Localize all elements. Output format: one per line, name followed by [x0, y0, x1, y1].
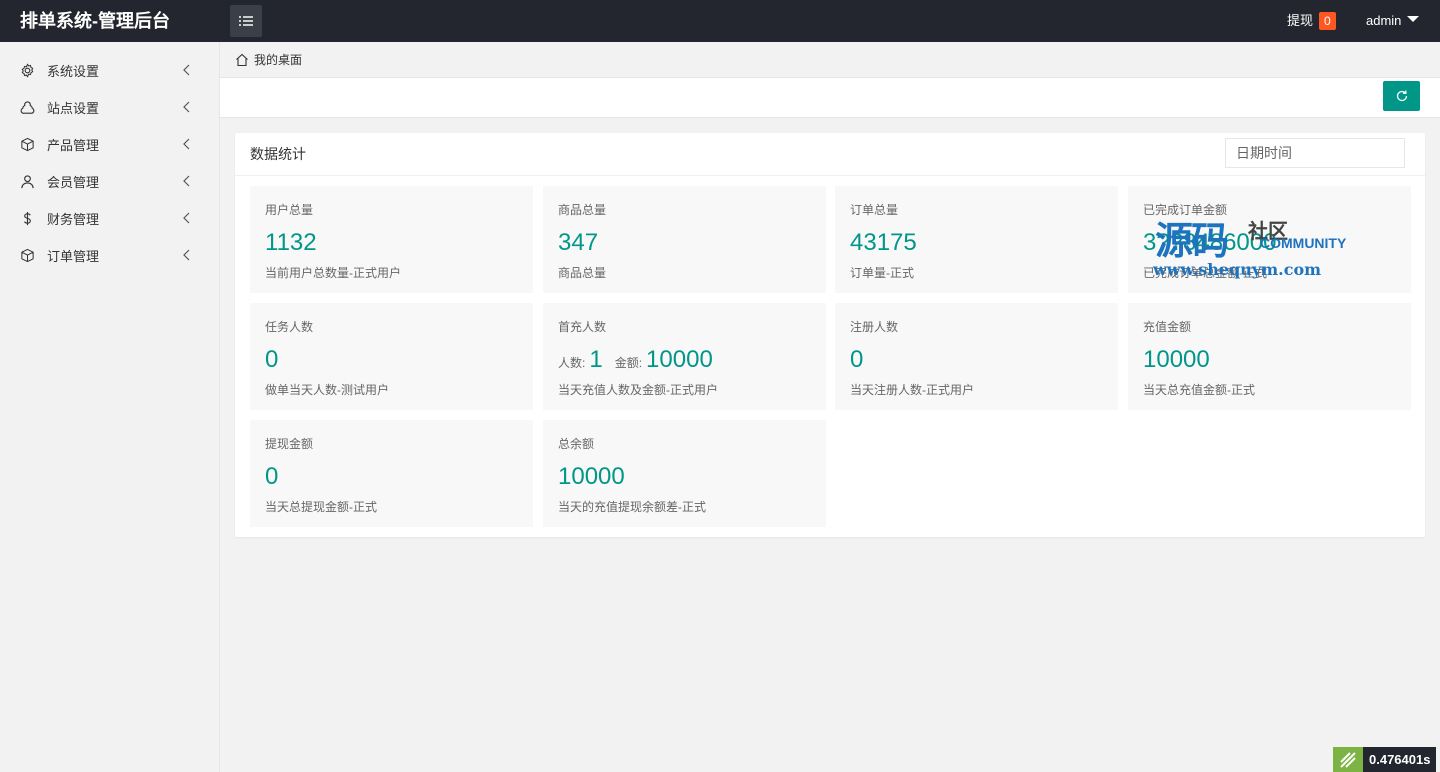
sidebar: 系统设置 站点设置 产品管理 会员管理 财务管理 订单管理	[0, 42, 220, 772]
stat-value: 347	[558, 229, 599, 256]
site-icon	[19, 100, 35, 116]
stat-total-products: 商品总量 347 商品总量	[543, 186, 826, 293]
stat-value: 人数: 1 金额: 10000	[558, 345, 721, 378]
user-icon	[19, 174, 35, 190]
menu-toggle-button[interactable]	[230, 5, 262, 37]
sidebar-item-label: 订单管理	[47, 249, 100, 264]
stat-task-users: 任务人数 0 做单当天人数-测试用户	[250, 303, 533, 410]
chevron-left-icon	[183, 249, 190, 261]
stat-total-balance: 总余额 10000 当天的充值提现余额差-正式	[543, 420, 826, 527]
user-menu[interactable]: admin	[1366, 0, 1420, 42]
withdraw-label: 提现	[1287, 13, 1314, 28]
card-header: 数据统计	[235, 133, 1425, 176]
sidebar-item-product-management[interactable]: 产品管理	[0, 126, 219, 163]
stat-title: 已完成订单金额	[1143, 203, 1228, 217]
chevron-left-icon	[183, 64, 190, 76]
withdraw-count-badge: 0	[1319, 12, 1336, 30]
stat-value: 10000	[1143, 346, 1210, 373]
stat-value: 43175	[850, 229, 917, 256]
sidebar-item-label: 产品管理	[47, 138, 100, 153]
stat-title: 首充人数	[558, 320, 607, 334]
stat-title: 注册人数	[850, 320, 899, 334]
list-icon	[239, 16, 253, 26]
app-title: 排单系统-管理后台	[20, 11, 170, 31]
chevron-left-icon	[183, 101, 190, 113]
stat-title: 提现金额	[265, 437, 314, 451]
sidebar-item-finance-management[interactable]: 财务管理	[0, 200, 219, 237]
stat-title: 充值金额	[1143, 320, 1192, 334]
stat-value: 0	[265, 463, 279, 490]
stat-title: 任务人数	[265, 320, 314, 334]
stat-withdraw-amount: 提现金额 0 当天总提现金额-正式	[250, 420, 533, 527]
stat-total-orders: 订单总量 43175 订单量-正式	[835, 186, 1118, 293]
chevron-left-icon	[183, 175, 190, 187]
sidebar-item-member-management[interactable]: 会员管理	[0, 163, 219, 200]
stat-value: 0	[850, 346, 864, 373]
stat-title: 商品总量	[558, 203, 607, 217]
stat-first-recharge: 首充人数 人数: 1 金额: 10000 当天充值人数及金额-正式用户	[543, 303, 826, 410]
stat-value: 10000	[558, 463, 625, 490]
withdraw-link[interactable]: 提现 0	[1287, 0, 1336, 42]
sidebar-item-site-settings[interactable]: 站点设置	[0, 89, 219, 126]
chevron-left-icon	[183, 212, 190, 224]
sidebar-item-label: 站点设置	[47, 101, 100, 116]
sidebar-item-label: 会员管理	[47, 175, 100, 190]
top-header: 排单系统-管理后台 提现 0 admin	[0, 0, 1440, 42]
stat-value: 1132	[265, 229, 317, 256]
people-value: 1	[589, 346, 603, 373]
stat-title: 订单总量	[850, 203, 899, 217]
trace-icon	[1333, 747, 1363, 772]
stat-desc: 当天注册人数-正式用户	[850, 383, 974, 397]
chevron-left-icon	[183, 138, 190, 150]
amount-label: 金额:	[614, 356, 643, 370]
stat-registrations: 注册人数 0 当天注册人数-正式用户	[835, 303, 1118, 410]
stat-desc: 当天的充值提现余额差-正式	[558, 500, 706, 514]
stat-desc: 当天充值人数及金额-正式用户	[558, 383, 718, 397]
refresh-button[interactable]	[1383, 81, 1420, 111]
stat-desc: 商品总量	[558, 266, 607, 280]
box-icon	[19, 248, 35, 264]
refresh-icon	[1396, 90, 1407, 102]
stat-completed-order-amount: 已完成订单金额 3??8486000 已完成订单总金额-正式	[1128, 186, 1411, 293]
sidebar-item-label: 系统设置	[47, 64, 100, 79]
caret-down-icon	[1407, 16, 1420, 22]
box-icon	[19, 137, 35, 153]
home-icon	[235, 53, 249, 67]
stat-desc: 当前用户总数量-正式用户	[265, 266, 401, 280]
timer-value: 0.476401s	[1363, 747, 1437, 772]
breadcrumb-home[interactable]: 我的桌面	[254, 51, 302, 68]
gear-icon	[19, 63, 35, 79]
dollar-icon	[19, 211, 35, 227]
stat-desc: 已完成订单总金额-正式	[1143, 266, 1267, 280]
stat-title: 用户总量	[265, 203, 314, 217]
card-title: 数据统计	[250, 146, 306, 162]
stat-desc: 当天总充值金额-正式	[1143, 383, 1255, 397]
stat-value: 0	[265, 346, 279, 373]
stat-desc: 做单当天人数-测试用户	[265, 383, 389, 397]
sidebar-item-order-management[interactable]: 订单管理	[0, 237, 219, 274]
sidebar-item-label: 财务管理	[47, 212, 100, 227]
date-time-input[interactable]	[1225, 138, 1405, 168]
stat-title: 总余额	[558, 437, 595, 451]
stat-desc: 订单量-正式	[850, 266, 914, 280]
amount-value: 10000	[646, 346, 713, 373]
stat-total-users: 用户总量 1132 当前用户总数量-正式用户	[250, 186, 533, 293]
toolbar	[220, 78, 1440, 118]
stat-desc: 当天总提现金额-正式	[265, 500, 377, 514]
sidebar-item-system-settings[interactable]: 系统设置	[0, 52, 219, 89]
breadcrumb: 我的桌面	[220, 42, 1440, 78]
stats-card: 数据统计 用户总量 1132 当前用户总数量-正式用户 商品总量 347 商品总…	[235, 133, 1425, 537]
username: admin	[1366, 13, 1402, 28]
debug-timer[interactable]: 0.476401s	[1333, 747, 1437, 772]
stat-value: 3??8486000	[1143, 229, 1277, 256]
people-label: 人数:	[558, 356, 586, 370]
stat-recharge-amount: 充值金额 10000 当天总充值金额-正式	[1128, 303, 1411, 410]
